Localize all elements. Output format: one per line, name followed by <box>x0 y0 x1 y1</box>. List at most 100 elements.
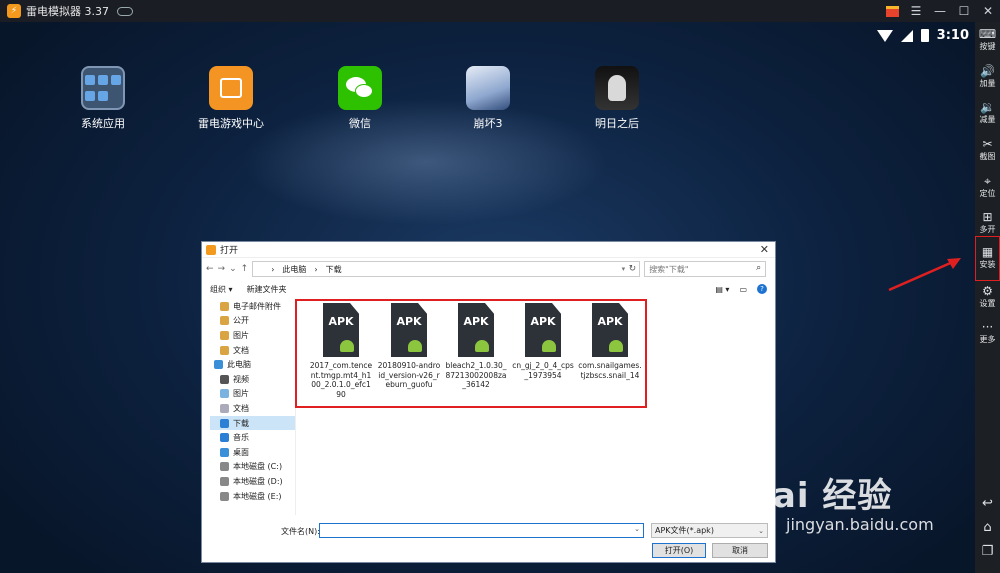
drive-icon <box>220 476 229 486</box>
nav-item-public[interactable]: 公开 <box>210 314 295 329</box>
dialog-title: 打开 <box>220 246 239 256</box>
toolbar-label: 定位 <box>979 189 996 198</box>
file-item[interactable]: APK com.snailgames.tjzbscs.snail_14 <box>578 303 642 380</box>
clock: 3:10 <box>936 28 969 43</box>
file-name: cn_gj_2_0_4_cps_1973954 <box>512 361 574 380</box>
chevron-down-icon[interactable]: ▾ <box>622 265 626 273</box>
nav-item-this-pc[interactable]: 此电脑 <box>210 357 295 372</box>
baidu-jingyan-watermark: Bai 经验 jingyan.baidu.com <box>746 468 934 534</box>
path-field[interactable]: › 此电脑 › 下载 ▾ ↻ <box>252 261 641 277</box>
system-apps-folder-icon <box>81 66 125 110</box>
view-mode-icon[interactable]: ▤ ▾ <box>715 285 729 294</box>
breadcrumb-this-pc[interactable]: 此电脑 <box>282 264 306 275</box>
battery-icon <box>920 29 929 42</box>
apk-badge: APK <box>463 315 489 328</box>
cancel-button[interactable]: 取消 <box>712 543 768 558</box>
keyboard-icon: ⌨ <box>978 27 997 41</box>
nav-item-pictures-lib[interactable]: 图片 <box>210 328 295 343</box>
gift-button[interactable] <box>880 0 904 22</box>
new-folder-button[interactable]: 新建文件夹 <box>247 284 287 295</box>
gear-icon: ⚙ <box>982 284 993 298</box>
nav-item-drive-d[interactable]: 本地磁盘 (D:) <box>210 474 295 489</box>
menu-button[interactable]: ☰ <box>904 0 928 22</box>
help-icon[interactable]: ? <box>757 284 767 294</box>
close-button[interactable]: ✕ <box>976 0 1000 22</box>
back-button[interactable]: ↩ <box>975 496 1000 511</box>
breadcrumb-downloads[interactable]: 下载 <box>326 264 342 275</box>
chevron-down-icon[interactable]: ⌄ <box>634 525 640 533</box>
location-pin-icon: ⌖ <box>984 174 991 188</box>
nav-item-music[interactable]: 音乐 <box>210 430 295 445</box>
nav-item-drive-c[interactable]: 本地磁盘 (C:) <box>210 460 295 475</box>
android-icon <box>609 340 623 352</box>
title-bar: ⚡ 雷电模拟器 3.37 ☰ — ☐ ✕ <box>0 0 1000 22</box>
toolbar-settings[interactable]: ⚙ 设置 <box>975 284 1000 309</box>
home-button[interactable]: ⌂ <box>975 520 1000 535</box>
filename-label: 文件名(N): <box>281 527 320 536</box>
watermark-url: jingyan.baidu.com <box>786 515 934 534</box>
file-name: 2017_com.tencent.tmgp.mt4_h100_2.0.1.0_e… <box>309 361 373 399</box>
wifi-icon <box>876 29 893 42</box>
filename-input[interactable]: ⌄ <box>319 523 644 538</box>
app-honkai3[interactable]: 崩坏3 <box>443 66 533 131</box>
apk-file-icon: APK <box>525 303 561 357</box>
recent-locations-icon[interactable]: ⌄ <box>229 264 237 274</box>
search-icon: ⌕ <box>756 263 762 273</box>
nav-item-email-attachments[interactable]: 电子邮件附件 <box>210 299 295 314</box>
android-icon <box>475 340 489 352</box>
recent-apps-button[interactable]: ❐ <box>975 544 1000 559</box>
folder-icon <box>220 316 229 326</box>
folder-icon <box>220 301 229 311</box>
nav-item-downloads[interactable]: 下载 <box>210 415 295 431</box>
apk-file-icon: APK <box>592 303 628 357</box>
toolbar-location[interactable]: ⌖ 定位 <box>975 174 1000 199</box>
toolbar-multi-instance[interactable]: ⊞ 多开 <box>975 210 1000 235</box>
apk-badge: APK <box>530 315 556 328</box>
file-item[interactable]: APK bleach2_1.0.30_87213002008za_36142 <box>444 303 508 390</box>
toolbar-keymap[interactable]: ⌨ 按键 <box>975 27 1000 52</box>
preview-pane-icon[interactable]: ▭ <box>739 285 747 294</box>
signal-icon <box>900 29 913 42</box>
nav-item-documents[interactable]: 文档 <box>210 401 295 416</box>
toolbar-more[interactable]: ··· 更多 <box>975 320 1000 345</box>
nav-label: 电子邮件附件 <box>233 301 281 311</box>
toolbar-screenshot[interactable]: ✂ 截图 <box>975 137 1000 162</box>
game-center-bag-icon <box>209 66 253 110</box>
nav-item-pictures[interactable]: 图片 <box>210 387 295 402</box>
app-label: 系统应用 <box>81 117 125 130</box>
apk-file-icon: APK <box>323 303 359 357</box>
minimize-button[interactable]: — <box>928 0 952 22</box>
file-item[interactable]: APK 2017_com.tencent.tmgp.mt4_h100_2.0.1… <box>309 303 373 399</box>
maximize-button[interactable]: ☐ <box>952 0 976 22</box>
refresh-icon[interactable]: ↻ <box>629 264 637 274</box>
toolbar-volume-down[interactable]: 🔉 减量 <box>975 100 1000 125</box>
app-wechat[interactable]: 微信 <box>315 66 405 131</box>
toolbar-label: 截图 <box>979 152 996 161</box>
gamepad-icon[interactable] <box>117 6 133 16</box>
up-folder-icon[interactable]: ↑ <box>241 264 249 274</box>
search-input[interactable]: 搜索"下载" ⌕ <box>644 261 767 277</box>
nav-item-drive-e[interactable]: 本地磁盘 (E:) <box>210 489 295 504</box>
file-item[interactable]: APK 20180910-android_version-v26_reburn_… <box>377 303 441 390</box>
nav-label: 图片 <box>233 330 249 340</box>
nav-label: 本地磁盘 (C:) <box>233 462 283 472</box>
file-item[interactable]: APK cn_gj_2_0_4_cps_1973954 <box>511 303 575 380</box>
back-nav-icon[interactable]: ← <box>206 264 214 274</box>
open-file-dialog: 打开 ✕ ← → ⌄ ↑ › 此电脑 › 下载 ▾ ↻ 搜索"下载" ⌕ 组织 … <box>201 241 776 563</box>
scissors-icon: ✂ <box>982 137 993 151</box>
app-game-center[interactable]: 雷电游戏中心 <box>186 66 276 131</box>
app-system[interactable]: 系统应用 <box>58 66 148 131</box>
toolbar-volume-up[interactable]: 🔊 加量 <box>975 64 1000 89</box>
nav-item-desktop[interactable]: 桌面 <box>210 445 295 460</box>
toolbar-install-apk[interactable]: ▦ 安装 <box>975 236 1000 281</box>
forward-nav-icon[interactable]: → <box>218 264 226 274</box>
nav-item-videos[interactable]: 视频 <box>210 372 295 387</box>
open-button[interactable]: 打开(O) <box>652 543 706 558</box>
nav-item-documents-lib[interactable]: 文档 <box>210 343 295 358</box>
volume-down-icon: 🔉 <box>980 100 995 114</box>
app-lifeafter[interactable]: 明日之后 <box>572 66 662 131</box>
address-bar: ← → ⌄ ↑ › 此电脑 › 下载 ▾ ↻ 搜索"下载" ⌕ <box>202 258 775 280</box>
dialog-close-button[interactable]: ✕ <box>760 243 769 256</box>
nav-label: 本地磁盘 (E:) <box>233 491 282 501</box>
organize-button[interactable]: 组织 ▾ <box>210 284 233 295</box>
